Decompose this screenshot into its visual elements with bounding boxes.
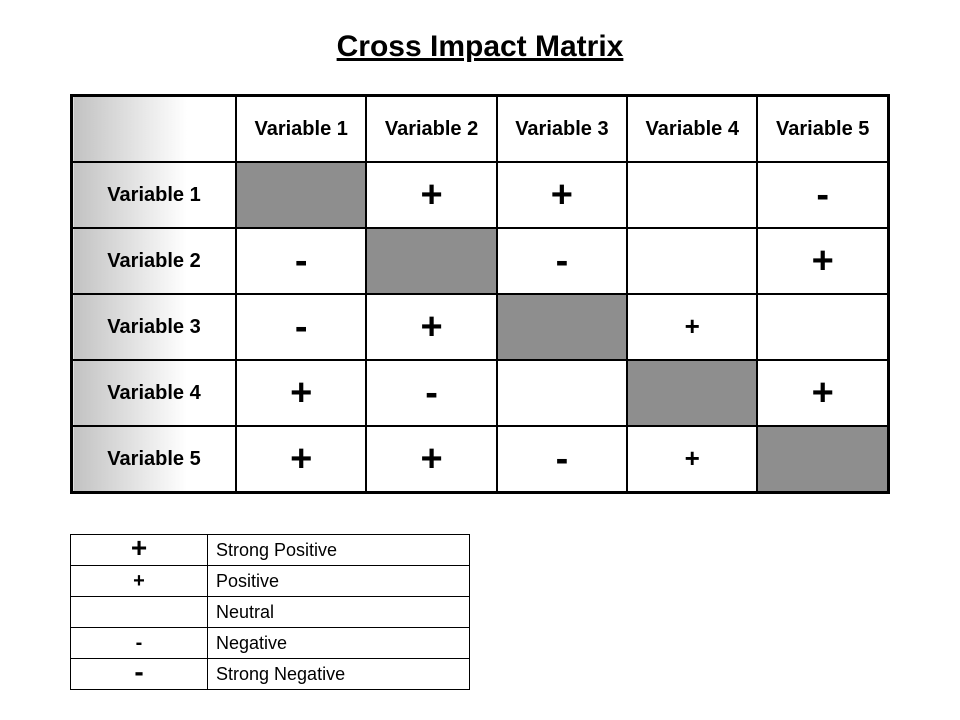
row-header: Variable 2: [72, 228, 237, 294]
row-header: Variable 1: [72, 162, 237, 228]
cell: -: [366, 360, 496, 426]
col-header: Variable 4: [627, 96, 757, 163]
cell: [497, 360, 627, 426]
legend-row: Neutral: [71, 597, 470, 628]
cell: -: [236, 228, 366, 294]
legend-symbol: -: [71, 659, 208, 690]
col-header: Variable 3: [497, 96, 627, 163]
col-header: Variable 1: [236, 96, 366, 163]
cell: +: [366, 294, 496, 360]
header-row: Variable 1 Variable 2 Variable 3 Variabl…: [72, 96, 889, 163]
cell: -: [236, 294, 366, 360]
cell: [627, 162, 757, 228]
legend-table: +Strong Positive +Positive Neutral -Nega…: [70, 534, 470, 690]
cell: +: [497, 162, 627, 228]
cell: +: [757, 360, 888, 426]
cell: +: [236, 360, 366, 426]
cell: [627, 228, 757, 294]
legend-symbol: +: [71, 535, 208, 566]
legend-label: Positive: [208, 566, 470, 597]
cell: +: [366, 426, 496, 493]
legend-row: -Strong Negative: [71, 659, 470, 690]
cell: -: [497, 426, 627, 493]
cell: [757, 294, 888, 360]
row-header: Variable 4: [72, 360, 237, 426]
legend-symbol: -: [71, 628, 208, 659]
cell: [497, 294, 627, 360]
legend-label: Strong Positive: [208, 535, 470, 566]
col-header: Variable 2: [366, 96, 496, 163]
legend-label: Negative: [208, 628, 470, 659]
legend-label: Neutral: [208, 597, 470, 628]
cell: -: [497, 228, 627, 294]
corner-cell: [72, 96, 237, 163]
cell: [366, 228, 496, 294]
legend-row: -Negative: [71, 628, 470, 659]
cell: [627, 360, 757, 426]
cell: +: [757, 228, 888, 294]
table-row: Variable 3 - + +: [72, 294, 889, 360]
row-header: Variable 3: [72, 294, 237, 360]
impact-matrix: Variable 1 Variable 2 Variable 3 Variabl…: [70, 94, 890, 494]
table-row: Variable 4 + - +: [72, 360, 889, 426]
table-row: Variable 5 + + - +: [72, 426, 889, 493]
cell: -: [757, 162, 888, 228]
row-header: Variable 5: [72, 426, 237, 493]
table-row: Variable 2 - - +: [72, 228, 889, 294]
legend-row: +Strong Positive: [71, 535, 470, 566]
table-row: Variable 1 + + -: [72, 162, 889, 228]
cell: [236, 162, 366, 228]
page-title: Cross Impact Matrix: [70, 30, 890, 64]
legend-label: Strong Negative: [208, 659, 470, 690]
legend-symbol: +: [71, 566, 208, 597]
col-header: Variable 5: [757, 96, 888, 163]
cell: +: [627, 294, 757, 360]
cell: +: [236, 426, 366, 493]
cell: +: [366, 162, 496, 228]
cell: +: [627, 426, 757, 493]
cell: [757, 426, 888, 493]
legend-row: +Positive: [71, 566, 470, 597]
legend-symbol: [71, 597, 208, 628]
